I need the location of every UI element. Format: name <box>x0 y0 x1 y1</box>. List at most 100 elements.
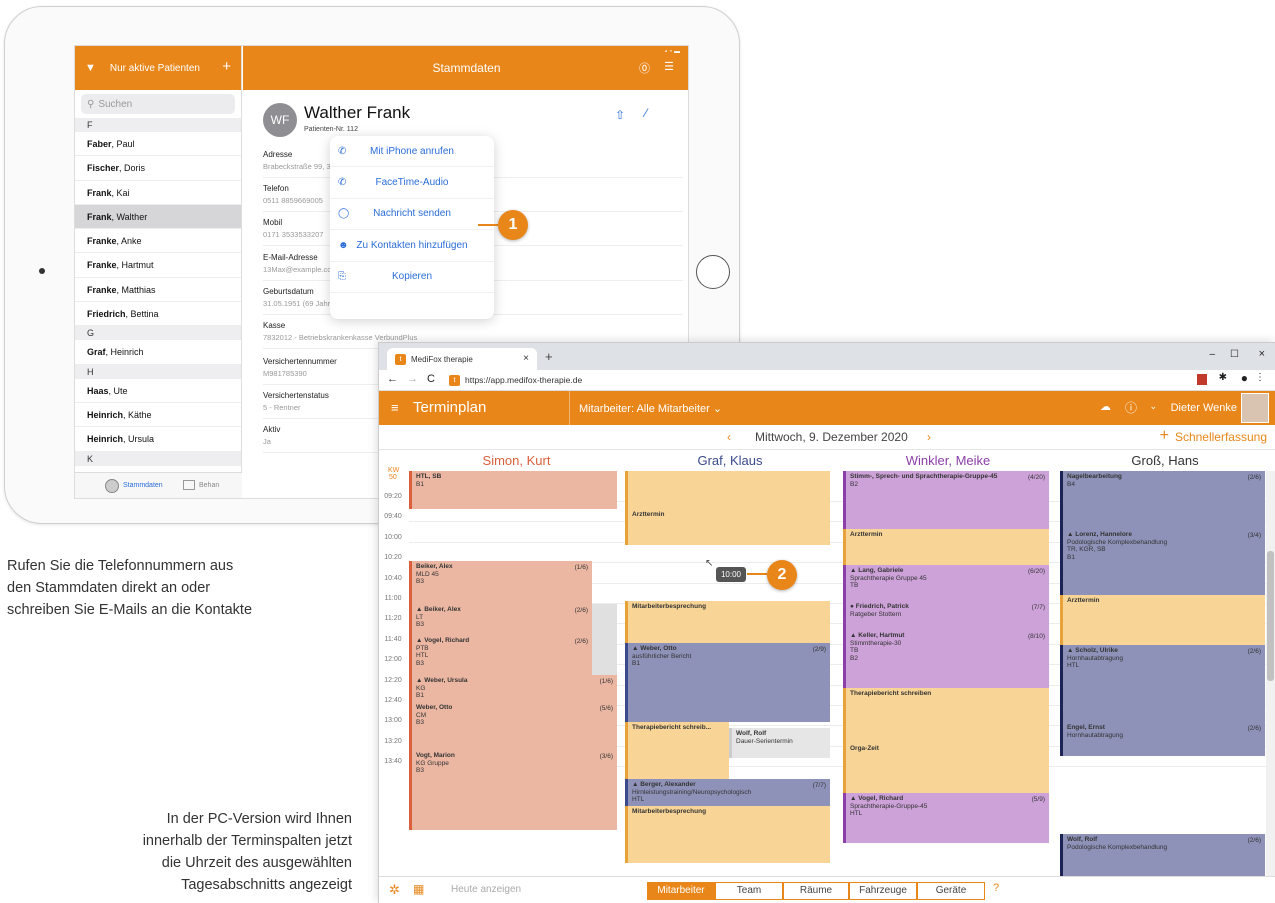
column-header-gross[interactable]: Groß, Hans <box>1060 451 1270 471</box>
pdf-icon[interactable] <box>1197 374 1207 385</box>
patient-list-item[interactable]: Fischer, Doris <box>75 156 241 181</box>
appointment[interactable]: HTL, SB B1 <box>409 471 617 509</box>
settings-icon[interactable]: ✲ <box>389 882 400 898</box>
menu-dots-icon[interactable]: ⋮ <box>1255 372 1265 383</box>
appointment[interactable]: Beiker, Alex MLD 45 B3 (1/6) <box>409 561 592 604</box>
tab-raeume[interactable]: Räume <box>783 882 849 900</box>
popover-item[interactable]: ◯ Nachricht senden <box>330 199 494 231</box>
scrollbar-thumb[interactable] <box>1267 551 1274 681</box>
reload-icon[interactable]: C <box>427 373 435 385</box>
patient-list-item[interactable]: Franke, Hartmut <box>75 253 241 278</box>
field-value[interactable]: 13Max@example.co <box>263 265 331 274</box>
chevron-down-icon[interactable]: ⌄ <box>1149 401 1157 412</box>
column-header-winkler[interactable]: Winkler, Meike <box>843 451 1053 471</box>
filter-icon[interactable]: ▼ <box>85 62 96 74</box>
appointment[interactable]: ▲ Keller, Hartmut Stimmtherapie-30 TB B2 (8/… <box>843 630 1049 688</box>
appointment[interactable]: ▲ Lorenz, Hannelore Podologische Komplexb… <box>1060 529 1265 595</box>
url-field[interactable]: https://app.medifox-therapie.de <box>465 375 582 385</box>
patient-list-item[interactable]: Faber, Paul <box>75 132 241 157</box>
help-icon[interactable]: ? <box>993 882 999 894</box>
window-close-icon[interactable]: × <box>1259 348 1265 360</box>
extension-icon[interactable]: ✱ <box>1219 372 1227 383</box>
tab-mitarbeiter[interactable]: Mitarbeiter <box>647 882 715 900</box>
appointment[interactable]: Vogt, Marion KG Gruppe B3 (3/6) <box>409 750 617 830</box>
appointment[interactable]: ▲ Berger, Alexander Hirnleistungstraining… <box>625 779 830 806</box>
next-day-icon[interactable]: › <box>927 430 931 444</box>
hamburger-icon[interactable]: ≡ <box>391 400 399 415</box>
appointment[interactable]: ● Friedrich, Patrick Ratgeber Stottern (7/… <box>843 601 1049 630</box>
appointment[interactable]: Mitarbeiterbesprechung <box>625 806 830 863</box>
patient-list-item[interactable]: Frank, Kai <box>75 181 241 205</box>
appointment[interactable]: Arzttermin <box>625 509 830 545</box>
appointment[interactable]: ▲ Scholz, Ulrike Hornhautabtragung HTL (2/6… <box>1060 645 1265 722</box>
patient-list-item[interactable]: Graf, Heinrich <box>75 340 241 365</box>
appointment[interactable]: ▲ Lang, Gabriele Sprachtherapie Gruppe 45… <box>843 565 1049 601</box>
filter-label[interactable]: Nur aktive Patienten <box>110 63 200 74</box>
new-tab-icon[interactable]: + <box>545 349 553 364</box>
help-icon[interactable]: ⓪ <box>639 60 650 76</box>
appointment[interactable]: ▲ Vogel, Richard PTB HTL B3 (2/6) <box>409 635 592 675</box>
prev-day-icon[interactable]: ‹ <box>727 430 731 444</box>
appointment[interactable]: Wolf, Rolf Podologische Komplexbehandlung… <box>1060 834 1265 877</box>
appointment[interactable]: Wolf, Rolf Dauer-Serientermin <box>729 728 830 758</box>
appointment[interactable]: Engel, Ernst Hornhautabtragung (2/6) <box>1060 722 1265 756</box>
appointment[interactable]: Arzttermin <box>843 529 1049 565</box>
appointment[interactable]: Weber, Otto CM B3 (5/6) <box>409 702 617 750</box>
vertical-scrollbar[interactable] <box>1266 471 1275 877</box>
tab-behandlung[interactable]: Behan <box>199 482 219 489</box>
cloud-icon[interactable]: ☁ <box>1100 400 1111 413</box>
user-avatar[interactable] <box>1241 393 1269 423</box>
field-value[interactable]: 0511 8859669005 <box>263 196 323 205</box>
calendar-icon[interactable]: ▦ <box>413 882 424 896</box>
quick-entry-button[interactable]: Schnellerfassung <box>1175 430 1267 444</box>
appointment[interactable]: ▲ Vogel, Richard Sprachtherapie-Gruppe-45… <box>843 793 1049 843</box>
column-header-graf[interactable]: Graf, Klaus <box>625 451 835 471</box>
share-icon[interactable]: ⇧ <box>615 108 625 122</box>
edit-icon[interactable]: ⁄ <box>645 106 647 120</box>
patient-list-item[interactable]: Frank, Walther <box>75 204 241 230</box>
close-tab-icon[interactable]: × <box>523 353 529 364</box>
appointment[interactable] <box>625 471 830 509</box>
profile-icon[interactable]: ● <box>1241 371 1248 385</box>
appointment[interactable]: Therapiebericht schreiben <box>843 688 1049 743</box>
patient-list-item[interactable]: Franke, Anke <box>75 229 241 254</box>
appointment[interactable]: Nagelbearbeitung B4 (2/6) <box>1060 471 1265 529</box>
today-button[interactable]: Heute anzeigen <box>451 884 521 895</box>
popover-item[interactable]: ☻ Zu Kontakten hinzufügen <box>330 230 494 262</box>
patient-list-item[interactable]: Friedrich, Bettina <box>75 302 241 327</box>
column-header-simon[interactable]: Simon, Kurt <box>409 451 624 471</box>
list-icon[interactable]: ☰ <box>664 60 674 73</box>
patient-search-input[interactable]: ⚲ Suchen <box>81 94 235 114</box>
patient-list-item[interactable]: Franke, Matthias <box>75 278 241 303</box>
popover-item[interactable]: ✆ Mit iPhone anrufen <box>330 136 494 168</box>
field-value[interactable]: 0171 3533533207 <box>263 230 323 239</box>
add-patient-button[interactable]: + <box>222 58 231 75</box>
popover-item[interactable]: ⎘ Kopieren <box>330 262 494 293</box>
popover-item[interactable]: ✆ FaceTime-Audio <box>330 167 494 199</box>
browser-tab[interactable]: t MediFox therapie × <box>387 348 537 370</box>
back-icon[interactable]: ← <box>387 373 398 385</box>
ipad-home-button[interactable] <box>696 255 730 289</box>
appointment[interactable]: Orga-Zeit <box>843 743 1049 793</box>
maximize-icon[interactable]: ☐ <box>1230 349 1239 360</box>
patient-list-item[interactable]: Heinrich, Käthe <box>75 403 241 428</box>
appointment[interactable]: ▲ Beiker, Alex LT B3 (2/6) <box>409 604 592 635</box>
add-icon[interactable]: + <box>1160 427 1169 445</box>
tab-team[interactable]: Team <box>715 882 783 900</box>
appointment[interactable]: Stimm-, Sprech- und Sprachtherapie-Grupp… <box>843 471 1049 529</box>
appointment[interactable]: Arzttermin <box>1060 595 1265 645</box>
tab-stammdaten[interactable]: Stammdaten <box>123 482 163 489</box>
appointment[interactable]: Mitarbeiterbesprechung <box>625 601 830 643</box>
appointment[interactable]: ▲ Weber, Otto ausführlicher Bericht B1 (2/9… <box>625 643 830 722</box>
appointment[interactable]: Therapiebericht schreib... <box>625 722 729 779</box>
tab-geraete[interactable]: Geräte <box>917 882 985 900</box>
patient-list-item[interactable]: Haas, Ute <box>75 379 241 403</box>
tab-fahrzeuge[interactable]: Fahrzeuge <box>849 882 917 900</box>
forward-icon[interactable]: → <box>407 373 418 385</box>
appointment[interactable]: ▲ Weber, Ursula KG B1 (1/6) <box>409 675 617 702</box>
help-icon[interactable]: ⓘ <box>1125 399 1137 416</box>
patient-list-item[interactable]: Heinrich, Ursula <box>75 427 241 452</box>
minimize-icon[interactable]: – <box>1209 349 1215 360</box>
employee-filter-dropdown[interactable]: Mitarbeiter: Alle Mitarbeiter ⌄ <box>579 402 722 415</box>
user-name[interactable]: Dieter Wenke <box>1171 402 1237 414</box>
